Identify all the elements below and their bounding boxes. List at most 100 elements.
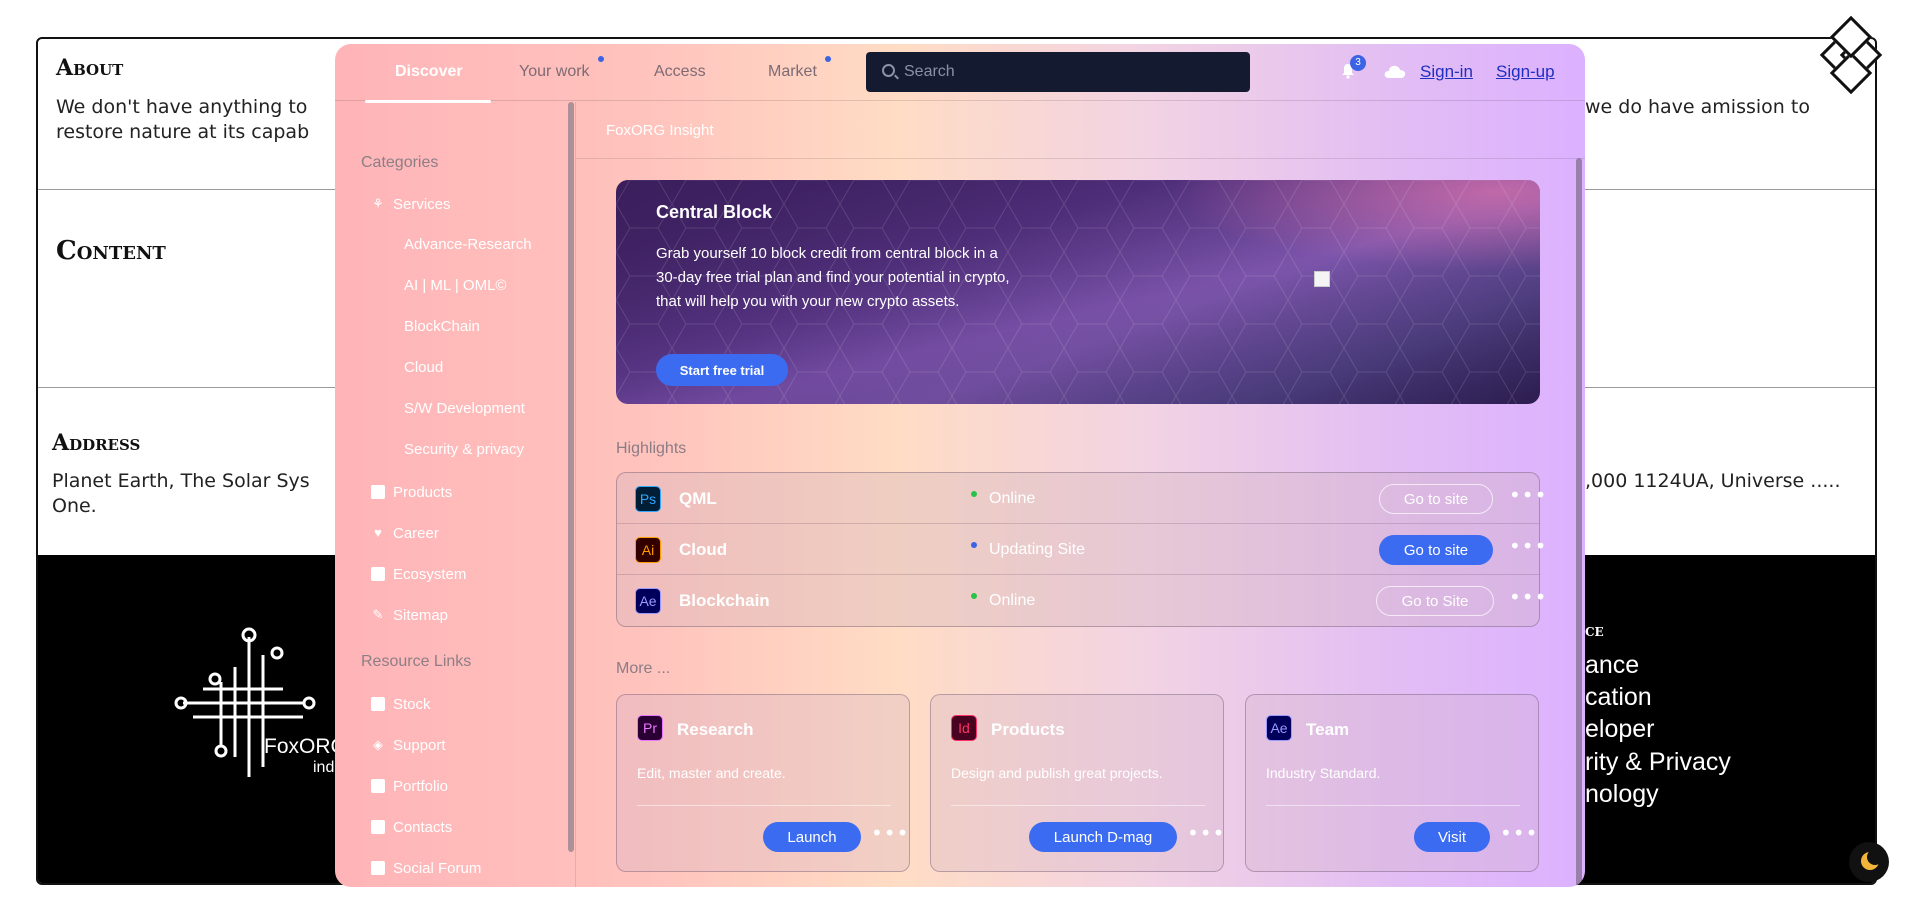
top-navigation: Discover Your work Access Market 3 Sign-…: [335, 44, 1585, 103]
tab-discover[interactable]: Discover: [395, 63, 463, 81]
sidebar-subitem-cloud[interactable]: Cloud: [404, 359, 443, 376]
search-input[interactable]: [904, 52, 1244, 92]
notification-dot: [825, 56, 831, 62]
sidebar-item-stock[interactable]: Stock: [371, 692, 431, 716]
notification-dot: [598, 56, 604, 62]
sidebar-item-products[interactable]: Products: [371, 480, 452, 504]
search-icon: [882, 64, 895, 77]
sidebar-item-contacts[interactable]: Contacts: [371, 815, 452, 839]
main-scrollbar[interactable]: [1576, 158, 1582, 887]
sidebar-subitem-security-privacy[interactable]: Security & privacy: [404, 441, 524, 458]
go-to-site-button[interactable]: Go to site: [1379, 535, 1493, 565]
more-options-icon[interactable]: •••: [1509, 585, 1547, 609]
card-description: Design and publish great projects.: [951, 765, 1163, 781]
breadcrumb: FoxORG Insight: [606, 122, 714, 139]
sidebar-subitem-blockchain[interactable]: BlockChain: [404, 318, 480, 335]
address-text: Planet Earth, The Solar Sys: [52, 470, 310, 492]
status-text: Online: [989, 490, 1036, 507]
pencil-icon: ✎: [372, 607, 384, 622]
support-icon: ◈: [373, 737, 383, 752]
product-icon: [371, 485, 385, 499]
footer-link[interactable]: cation: [1585, 683, 1652, 712]
start-free-trial-button[interactable]: Start free trial: [656, 354, 788, 386]
card-title: Research: [677, 720, 754, 739]
list-item: Ai Cloud Updating Site Go to site •••: [617, 524, 1546, 575]
more-options-icon[interactable]: •••: [1187, 821, 1225, 845]
sidebar-item-label: Ecosystem: [393, 565, 467, 583]
about-text-2: restore nature at its capab: [56, 121, 310, 143]
sidebar-item-social-forum[interactable]: Social Forum: [371, 856, 481, 880]
sidebar-subitem-ai-ml[interactable]: AI | ML | OML©: [404, 277, 506, 294]
sidebar-subitem-advance-research[interactable]: Advance-Research: [404, 236, 532, 253]
more-options-icon[interactable]: •••: [1509, 534, 1547, 558]
sidebar-item-label: Social Forum: [393, 859, 482, 877]
more-options-icon[interactable]: •••: [871, 821, 909, 845]
about-text-right: we do have amission to: [1585, 96, 1810, 118]
highlights-heading: Highlights: [616, 440, 687, 457]
tab-market[interactable]: Market: [768, 63, 817, 81]
card-description: Industry Standard.: [1266, 765, 1381, 781]
address-heading: Address: [52, 430, 141, 456]
sidebar-item-ecosystem[interactable]: Ecosystem: [371, 562, 466, 586]
indesign-icon: Id: [951, 715, 977, 741]
go-to-site-button[interactable]: Go to Site: [1376, 586, 1494, 616]
heart-icon: ♥: [374, 525, 382, 540]
breadcrumb-divider: [576, 158, 1585, 159]
hero-description: Grab yourself 10 block credit from centr…: [656, 245, 1010, 310]
illustrator-icon: Ai: [635, 537, 661, 563]
forum-icon: [371, 861, 385, 875]
categories-heading: Categories: [361, 154, 439, 171]
discover-menu-panel: Discover Your work Access Market 3 Sign-…: [335, 44, 1585, 887]
footer-link[interactable]: rity & Privacy: [1585, 748, 1731, 777]
content-heading: Content: [56, 236, 166, 266]
dark-mode-toggle[interactable]: [1849, 842, 1889, 882]
sidebar-item-label: Products: [393, 483, 453, 501]
contacts-icon: [371, 820, 385, 834]
sidebar-item-sitemap[interactable]: ✎ Sitemap: [371, 603, 448, 627]
premiere-icon: Pr: [637, 715, 663, 741]
about-heading: About: [56, 55, 124, 81]
ecosystem-icon: [371, 567, 385, 581]
sidebar-item-label: Services: [393, 195, 451, 213]
sidebar-item-services[interactable]: ⚘ Services: [371, 192, 451, 216]
sidebar-item-label: Portfolio: [393, 777, 449, 795]
moon-icon: [1861, 849, 1883, 870]
status-text: Updating Site: [989, 541, 1086, 558]
more-options-icon[interactable]: •••: [1500, 821, 1538, 845]
visit-button[interactable]: Visit: [1414, 822, 1490, 852]
sidebar-item-career[interactable]: ♥ Career: [371, 521, 439, 545]
status-dot: [971, 542, 977, 548]
footer-brand-sub: ind: [313, 759, 335, 776]
footer-heading: ce: [1585, 621, 1604, 641]
go-to-site-button[interactable]: Go to site: [1379, 484, 1493, 514]
sidebar-item-label: Sitemap: [393, 606, 449, 624]
hero-banner: Central Block Grab yourself 10 block cre…: [616, 180, 1540, 404]
status-dot: [971, 491, 977, 497]
tab-access[interactable]: Access: [654, 63, 706, 81]
card-description: Edit, master and create.: [637, 765, 786, 781]
sidebar-item-label: Career: [393, 524, 439, 542]
sign-in-link[interactable]: Sign-in: [1420, 62, 1473, 82]
launch-d-mag-button[interactable]: Launch D-mag: [1029, 822, 1177, 852]
address-text-right: ,000 1124UA, Universe .....: [1585, 470, 1841, 492]
sidebar-subitem-sw-development[interactable]: S/W Development: [404, 400, 525, 417]
more-options-icon[interactable]: •••: [1509, 483, 1547, 507]
footer-link[interactable]: ance: [1585, 651, 1639, 680]
sidebar-item-label: Support: [393, 736, 446, 754]
sidebar-item-support[interactable]: ◈ Support: [371, 733, 446, 757]
sidebar-item-portfolio[interactable]: Portfolio: [371, 774, 448, 798]
sidebar-scrollbar[interactable]: [568, 102, 574, 852]
after-effects-icon: Ae: [635, 588, 661, 614]
notification-badge: 3: [1350, 55, 1366, 71]
list-item: Ae Blockchain Online Go to Site •••: [617, 575, 1546, 626]
main-content: FoxORG Insight Central Block Grab yourse…: [575, 102, 1585, 887]
card-title: Products: [991, 720, 1065, 739]
resource-links-heading: Resource Links: [361, 653, 472, 670]
cloud-icon[interactable]: [1383, 63, 1407, 79]
card-products: Id Products Design and publish great pro…: [930, 694, 1224, 872]
sign-up-link[interactable]: Sign-up: [1496, 62, 1555, 82]
footer-link[interactable]: eloper: [1585, 715, 1655, 744]
launch-button[interactable]: Launch: [763, 822, 861, 852]
footer-link[interactable]: nology: [1585, 780, 1659, 809]
tab-your-work[interactable]: Your work: [519, 63, 590, 81]
